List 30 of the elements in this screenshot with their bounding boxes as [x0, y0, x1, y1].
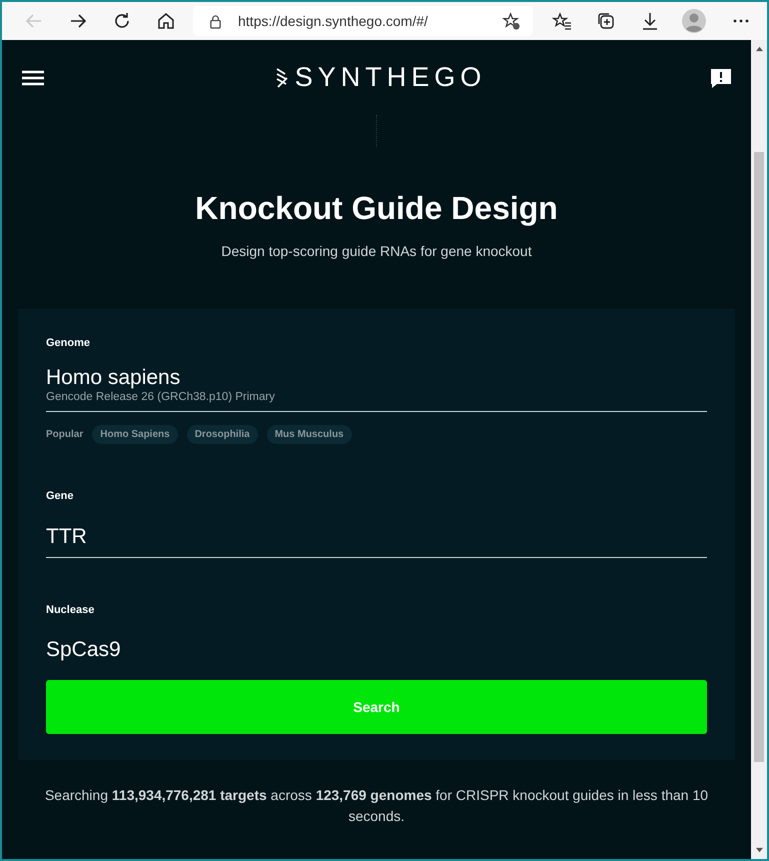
download-icon[interactable]: [640, 11, 660, 31]
address-bar[interactable]: https://design.synthego.com/#/: [193, 6, 533, 36]
page-title: Knockout Guide Design: [195, 189, 558, 228]
field-label: Nuclease: [46, 604, 96, 616]
scrollbar-thumb[interactable]: [754, 152, 764, 762]
menu-icon[interactable]: [22, 70, 44, 86]
input-field[interactable]: Homo sapiens Gencode Release 26 (GRCh38.p10) Primary: [46, 366, 707, 412]
nuclease-select[interactable]: SpCas9: [46, 638, 121, 662]
home-icon[interactable]: [156, 11, 176, 31]
reload-icon[interactable]: [112, 11, 132, 31]
genome-chip[interactable]: Mus Musculus: [266, 425, 352, 444]
url-text: https://design.synthego.com/#/: [238, 13, 429, 29]
popular-label: Popular: [46, 429, 84, 440]
logo-text[interactable]: SYNTHEGO: [294, 62, 486, 93]
collections-icon[interactable]: [596, 11, 616, 31]
favorites-icon[interactable]: [552, 11, 572, 31]
search-stats-text: Searching 113,934,776,281 targets across 123,769 genomes for CRISPR knockout guides in less than 10 seconds.: [44, 786, 710, 826]
field-label: Genome: [46, 337, 92, 350]
logo-mark-icon: [274, 66, 289, 88]
scroll-down-icon[interactable]: [754, 847, 764, 854]
lock-icon: [209, 14, 222, 28]
field-label: Gene: [46, 490, 75, 502]
input-field[interactable]: TTR: [46, 519, 707, 558]
star-add-icon[interactable]: [502, 12, 521, 30]
profile-icon[interactable]: [682, 9, 706, 33]
genome-chip[interactable]: Homo Sapiens: [92, 425, 178, 444]
page-subtitle: Design top-scoring guide RNAs for gene knockout: [221, 243, 532, 260]
scrollbar[interactable]: [751, 40, 767, 859]
scroll-up-icon[interactable]: [754, 45, 764, 52]
genome-chip[interactable]: Drosophilia: [186, 425, 258, 444]
